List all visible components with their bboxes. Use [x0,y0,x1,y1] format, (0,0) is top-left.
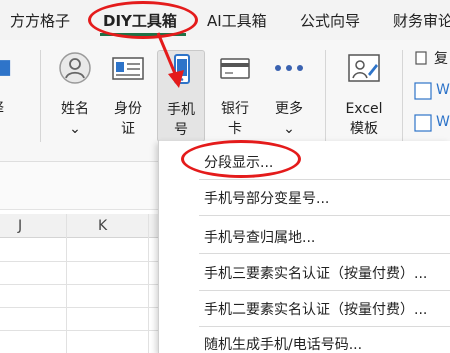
phone-number-label-1: 手机 [167,102,195,118]
column-header-k[interactable]: K [98,218,107,234]
person-icon [59,52,91,84]
id-card-button[interactable]: 身份 证 [104,50,152,142]
phone-number-label-2: 号 [174,122,188,138]
tab-formula-wizard[interactable]: 公式向导 [300,10,360,31]
ribbon-divider [40,50,41,142]
menu-item-random-phone[interactable]: 随机生成手机/电话号码... [204,334,362,353]
grid-line [0,284,158,285]
app-window: { "tabs": [ {"label": "方方格子"}, {"label":… [0,0,450,353]
name-dropdown-icon: ⌄ [69,121,81,137]
side-item-1[interactable]: 复 [434,48,448,68]
menu-divider [199,215,450,216]
more-dots-icon [275,65,303,71]
sheet-area: J K [0,162,160,353]
menu-item-mask-phone[interactable]: 手机号部分变星号... [204,188,329,208]
side-item-3[interactable]: W [436,114,450,130]
annotation-arrow-icon [156,32,184,88]
id-card-label-1: 身份 [114,101,142,117]
translate-label-2: R [0,120,38,138]
menu-divider [199,326,450,327]
more-dropdown-icon: ⌄ [283,121,295,137]
id-card-icon [112,57,144,80]
bank-card-button[interactable]: 银行 卡 [211,50,259,142]
ribbon-divider [325,50,326,142]
grid-line [0,307,158,308]
name-label: 姓名 [61,101,89,117]
menu-divider [199,253,450,254]
highlight-oval-menu-item [181,140,301,178]
excel-template-button[interactable]: Excel 模板 [338,50,390,142]
copy-icon [415,51,427,65]
menu-divider [199,290,450,291]
menu-item-phone-location[interactable]: 手机号查归属地... [204,227,315,247]
grid-line [0,330,158,331]
menu-divider [199,179,450,180]
formula-bar[interactable] [0,162,160,210]
word-icon [414,114,432,132]
tab-fangfang[interactable]: 方方格子 [10,10,70,31]
template-icon [348,54,380,82]
column-header-row [0,214,160,238]
column-header-j[interactable]: J [18,218,22,234]
id-card-label-2: 证 [121,121,135,137]
blue-doc-icon [0,60,11,76]
excel-template-label-1: Excel [345,101,383,117]
bank-card-icon [220,58,250,79]
ribbon-divider [402,50,403,142]
side-item-2[interactable]: W [436,82,450,98]
ribbon-tab-bar: 方方格子 DIY工具箱 AI工具箱 公式向导 财务审论 [0,0,450,40]
menu-item-two-factor-auth[interactable]: 手机二要素实名认证（按量付费）... [204,299,427,319]
more-button[interactable]: 更多 ⌄ [265,50,313,142]
grid-line [0,261,158,262]
name-button[interactable]: 姓名 ⌄ [51,50,99,142]
bank-card-label-2: 卡 [228,121,242,137]
menu-item-three-factor-auth[interactable]: 手机三要素实名认证（按量付费）... [204,263,427,283]
tab-ai-toolbox[interactable]: AI工具箱 [207,10,267,31]
bank-card-label-1: 银行 [221,101,249,117]
translate-label-1: 译 [0,100,38,118]
translate-button[interactable]: 译 R [0,50,26,142]
more-label: 更多 [275,101,303,117]
word-icon [414,82,432,100]
tab-finance[interactable]: 财务审论 [393,10,450,31]
excel-template-label-2: 模板 [350,121,378,137]
